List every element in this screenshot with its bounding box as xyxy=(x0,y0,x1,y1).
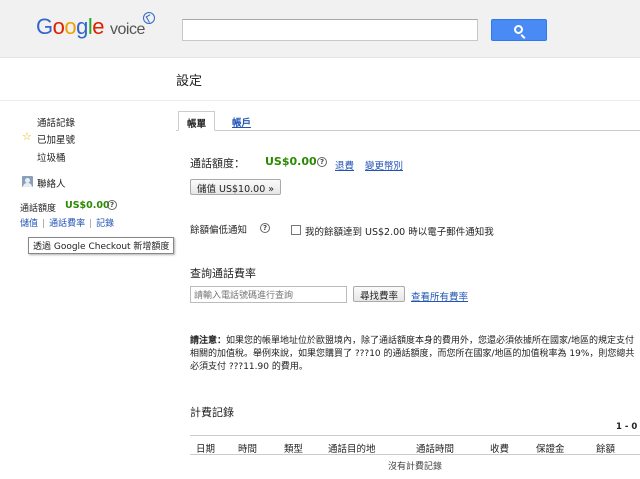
notice-text: 如果您的帳單地址位於歐盟境內，除了通話額度本身的費用外，您還必須依據所在國家/地… xyxy=(190,336,635,372)
sidebar-link-add-credit[interactable]: 儲值 xyxy=(20,219,38,229)
sidebar-credit-links: 儲值 | 通話費率 | 記錄 xyxy=(20,219,115,229)
refund-link[interactable]: 退費 xyxy=(335,158,354,172)
history-heading: 計費記錄 xyxy=(190,406,234,419)
page-title: 設定 xyxy=(176,74,203,89)
column-header: 通話目的地 xyxy=(328,444,376,455)
rate-search-input[interactable] xyxy=(190,286,347,303)
tab-billing[interactable]: 帳單 xyxy=(178,111,216,131)
credit-value: US$0.00 xyxy=(265,155,317,168)
star-icon: ☆ xyxy=(22,130,32,143)
low-balance-checkbox-label: 我的餘額達到 US$2.00 時以電子郵件通知我 xyxy=(305,227,494,238)
tab-account[interactable]: 帳戶 xyxy=(224,111,259,131)
sidebar-item-trash[interactable]: 垃圾桶 xyxy=(37,150,66,164)
sidebar-item-contacts[interactable]: 聯絡人 xyxy=(37,176,66,190)
low-balance-checkbox[interactable] xyxy=(291,225,301,235)
add-credit-button[interactable]: 儲值 US$10.00 » xyxy=(190,179,282,195)
search-button[interactable] xyxy=(491,19,547,41)
column-header: 類型 xyxy=(284,444,304,455)
sidebar-link-history[interactable]: 記錄 xyxy=(96,219,114,229)
search-input[interactable] xyxy=(182,19,478,41)
logo-letter: o xyxy=(52,14,65,39)
sidebar-item-history[interactable]: 通話記錄 xyxy=(37,115,75,129)
help-icon[interactable]: ? xyxy=(260,223,270,233)
find-rate-button[interactable]: 尋找費率 xyxy=(353,286,406,302)
sidebar-item-starred[interactable]: 已加星號 xyxy=(37,132,75,146)
logo-letter: g xyxy=(76,14,88,39)
vat-notice: 請注意：如果您的帳單地址位於歐盟境內，除了通話額度本身的費用外，您還必須依據所在… xyxy=(190,335,640,374)
google-voice-logo[interactable]: Google voice xyxy=(36,14,145,40)
rates-heading: 查詢通話費率 xyxy=(190,267,256,280)
sidebar-credit-value: US$0.00 xyxy=(65,200,110,211)
credit-label: 通話額度： xyxy=(190,157,245,170)
change-currency-link[interactable]: 變更幣別 xyxy=(365,158,403,172)
sidebar-link-rates[interactable]: 通話費率 xyxy=(49,219,85,229)
empty-history-message: 沒有計費記錄 xyxy=(387,462,442,472)
logo-letter: G xyxy=(36,14,53,39)
phone-icon xyxy=(143,12,155,24)
column-header: 時間 xyxy=(238,444,258,455)
help-icon[interactable]: ? xyxy=(317,157,327,167)
notice-label: 請注意： xyxy=(190,336,227,346)
divider xyxy=(0,100,640,101)
column-header: 收費 xyxy=(490,444,510,455)
contacts-icon xyxy=(22,176,33,187)
help-icon[interactable]: ? xyxy=(107,200,117,210)
history-table-header: 日期 時間 類型 通話目的地 通話時間 收費 保證金 餘額 xyxy=(190,435,640,455)
logo-letter: o xyxy=(64,14,77,39)
logo-letter: e xyxy=(92,14,105,39)
pagination-range: 1 - 0 xyxy=(616,422,638,432)
sidebar-credit-label: 通話額度 xyxy=(20,204,57,214)
column-header: 日期 xyxy=(196,444,216,455)
column-header: 通話時間 xyxy=(416,444,455,455)
header-bar: Google voice xyxy=(0,0,640,58)
see-all-rates-link[interactable]: 查看所有費率 xyxy=(411,289,468,303)
logo-voice-text: voice xyxy=(110,21,145,38)
column-header: 保證金 xyxy=(536,444,565,455)
search-icon xyxy=(514,25,523,34)
column-header: 餘額 xyxy=(596,444,616,455)
low-balance-label: 餘額偏低通知 xyxy=(190,225,248,236)
tooltip: 透過 Google Checkout 新增額度 xyxy=(28,237,175,254)
